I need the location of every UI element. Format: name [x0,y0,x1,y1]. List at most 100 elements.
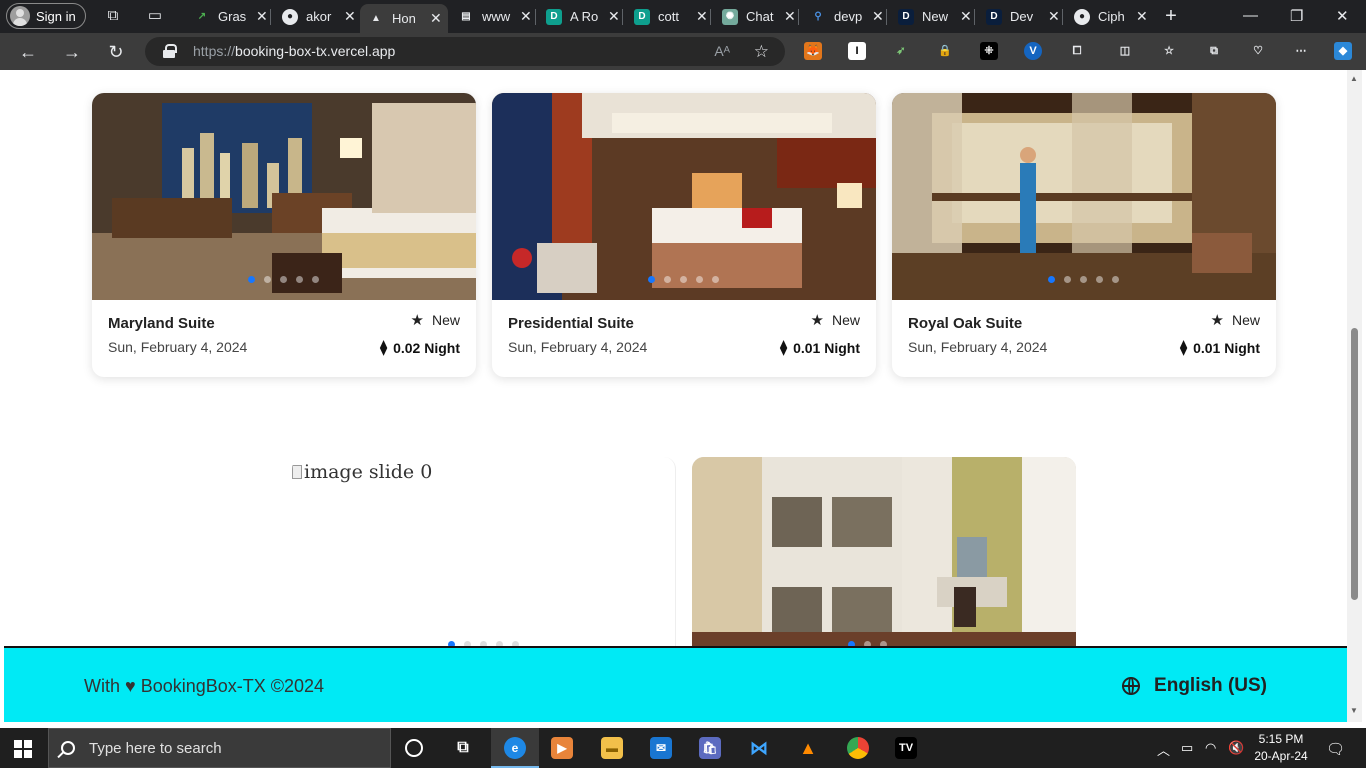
close-icon[interactable]: ✕ [430,10,442,27]
room-date: Sun, February 4, 2024 [508,339,648,355]
media-player-icon[interactable]: ▶ [551,737,573,759]
mail-icon[interactable]: ✉ [650,737,672,759]
room-card-dorm[interactable] [692,457,1076,657]
carousel-dot[interactable] [1112,276,1119,283]
close-icon[interactable]: ✕ [960,8,972,25]
search-icon [61,741,75,755]
read-aloud-icon[interactable]: Aᴬ [714,37,730,66]
refresh-icon[interactable]: ↻ [105,41,127,63]
carousel-dot[interactable] [280,276,287,283]
close-window-icon[interactable]: ✕ [1336,7,1349,25]
instapaper-icon[interactable]: I [848,42,866,60]
tab-1[interactable]: ↗ Gras ✕ [186,4,268,29]
carousel-dot[interactable] [664,276,671,283]
carousel-dot-active[interactable] [1048,276,1055,283]
extension-arrow-icon[interactable]: ➶ [892,42,910,60]
scroll-up-icon[interactable]: ▲ [1350,74,1358,83]
collections-icon[interactable]: ⧉ [1205,42,1223,60]
close-icon[interactable]: ✕ [256,8,268,25]
tab-4[interactable]: ▤ www ✕ [450,4,532,29]
close-icon[interactable]: ✕ [1048,8,1060,25]
carousel-dot[interactable] [680,276,687,283]
tab-5[interactable]: D A Ro ✕ [538,4,620,29]
carousel-dot[interactable] [1096,276,1103,283]
extensions-puzzle-icon[interactable]: ⧠ [1068,42,1086,60]
lock-extension-icon[interactable]: 🔒 [936,42,954,60]
room-card-presidential[interactable]: Presidential Suite Sun, February 4, 2024… [492,93,876,377]
star-icon: ★ [1210,312,1224,329]
volume-muted-icon[interactable]: 🔇 [1228,740,1244,756]
tab-7[interactable]: ✺ Chat ✕ [714,4,796,29]
close-icon[interactable]: ✕ [696,8,708,25]
new-tab-icon[interactable]: + [1162,6,1180,26]
cortana-icon[interactable] [405,739,423,757]
chrome-icon[interactable] [847,737,869,759]
workspaces-icon[interactable]: ⧉ [104,7,122,25]
tab-10[interactable]: D Dev ✕ [978,4,1060,29]
edge-icon[interactable]: e [504,737,526,759]
scrollbar-thumb[interactable] [1351,328,1358,600]
wifi-icon[interactable]: ◠ [1205,740,1216,756]
file-explorer-icon[interactable]: ▬ [601,737,623,759]
battery-icon[interactable]: ▭ [1181,740,1193,756]
task-view-icon[interactable]: ⧉ [452,737,474,759]
minimize-icon[interactable]: — [1243,7,1258,24]
tab-6[interactable]: D cott ✕ [626,4,708,29]
page-scrollbar[interactable]: ▲ ▼ [1347,70,1362,722]
badge-label: New [1231,312,1260,328]
tab-8[interactable]: ⚲ devp ✕ [802,4,884,29]
tab-11[interactable]: ● Ciph ✕ [1066,4,1148,29]
split-screen-icon[interactable]: ◫ [1116,42,1134,60]
carousel-dot-active[interactable] [648,276,655,283]
d-icon: D [634,8,650,25]
carousel-dot[interactable] [712,276,719,283]
room-card-broken-image[interactable]: image slide 0 [292,457,676,657]
carousel-dot[interactable] [1064,276,1071,283]
carousel-dot[interactable] [1080,276,1087,283]
vlc-icon[interactable]: ▲ [797,737,819,759]
restore-icon[interactable]: ❐ [1290,7,1303,25]
tab-label: devp [834,9,863,24]
copilot-icon[interactable]: ◆ [1334,42,1352,60]
performance-icon[interactable]: ♡ [1249,42,1267,60]
price-label: 0.02 Night [393,339,460,356]
grid-extension-icon[interactable]: ⁜ [980,42,998,60]
scroll-down-icon[interactable]: ▼ [1350,706,1358,715]
v-extension-icon[interactable]: V [1024,42,1042,60]
close-icon[interactable]: ✕ [344,8,356,25]
carousel-dot[interactable] [296,276,303,283]
vscode-icon[interactable]: ⋈ [748,737,770,759]
room-card-royal-oak[interactable]: Royal Oak Suite Sun, February 4, 2024 ★ N… [892,93,1276,377]
close-icon[interactable]: ✕ [872,8,884,25]
store-icon[interactable]: 🛍 [699,737,721,759]
notification-icon[interactable]: 🗨 [1326,740,1345,758]
metamask-icon[interactable]: 🦊 [804,42,822,60]
room-card-maryland[interactable]: Maryland Suite Sun, February 4, 2024 ★ Ne… [92,93,476,377]
close-icon[interactable]: ✕ [784,8,796,25]
carousel-dot[interactable] [264,276,271,283]
more-options-icon[interactable]: ⋯ [1292,42,1310,60]
favorites-icon[interactable]: ☆ [1160,42,1178,60]
close-icon[interactable]: ✕ [520,8,532,25]
carousel-dot[interactable] [696,276,703,283]
back-icon[interactable]: ← [17,41,39,63]
close-icon[interactable]: ✕ [608,8,620,25]
taskbar-search-input[interactable]: Type here to search [48,728,391,768]
system-clock[interactable]: 5:15 PM 20-Apr-24 [1250,731,1312,765]
favorite-star-icon[interactable]: ☆ [754,37,769,66]
windows-start-icon[interactable] [14,740,32,758]
address-bar[interactable]: https://booking-box-tx.vercel.app Aᴬ ☆ [145,37,785,66]
sign-in-button[interactable]: Sign in [6,3,86,29]
tab-2[interactable]: ● akor ✕ [274,4,356,29]
language-selector[interactable]: English (US) [1122,675,1267,697]
tab-3-active[interactable]: ▲ Hon ✕ [360,4,448,33]
close-icon[interactable]: ✕ [1136,8,1148,25]
tradingview-icon[interactable]: TV [895,737,917,759]
lock-icon[interactable] [163,44,177,58]
forward-icon[interactable]: → [61,41,83,63]
carousel-dot-active[interactable] [248,276,255,283]
show-hidden-icons[interactable]: ︿ [1157,740,1170,759]
carousel-dot[interactable] [312,276,319,283]
tab-9[interactable]: D New ✕ [890,4,972,29]
tab-actions-icon[interactable]: ▭ [146,7,164,25]
